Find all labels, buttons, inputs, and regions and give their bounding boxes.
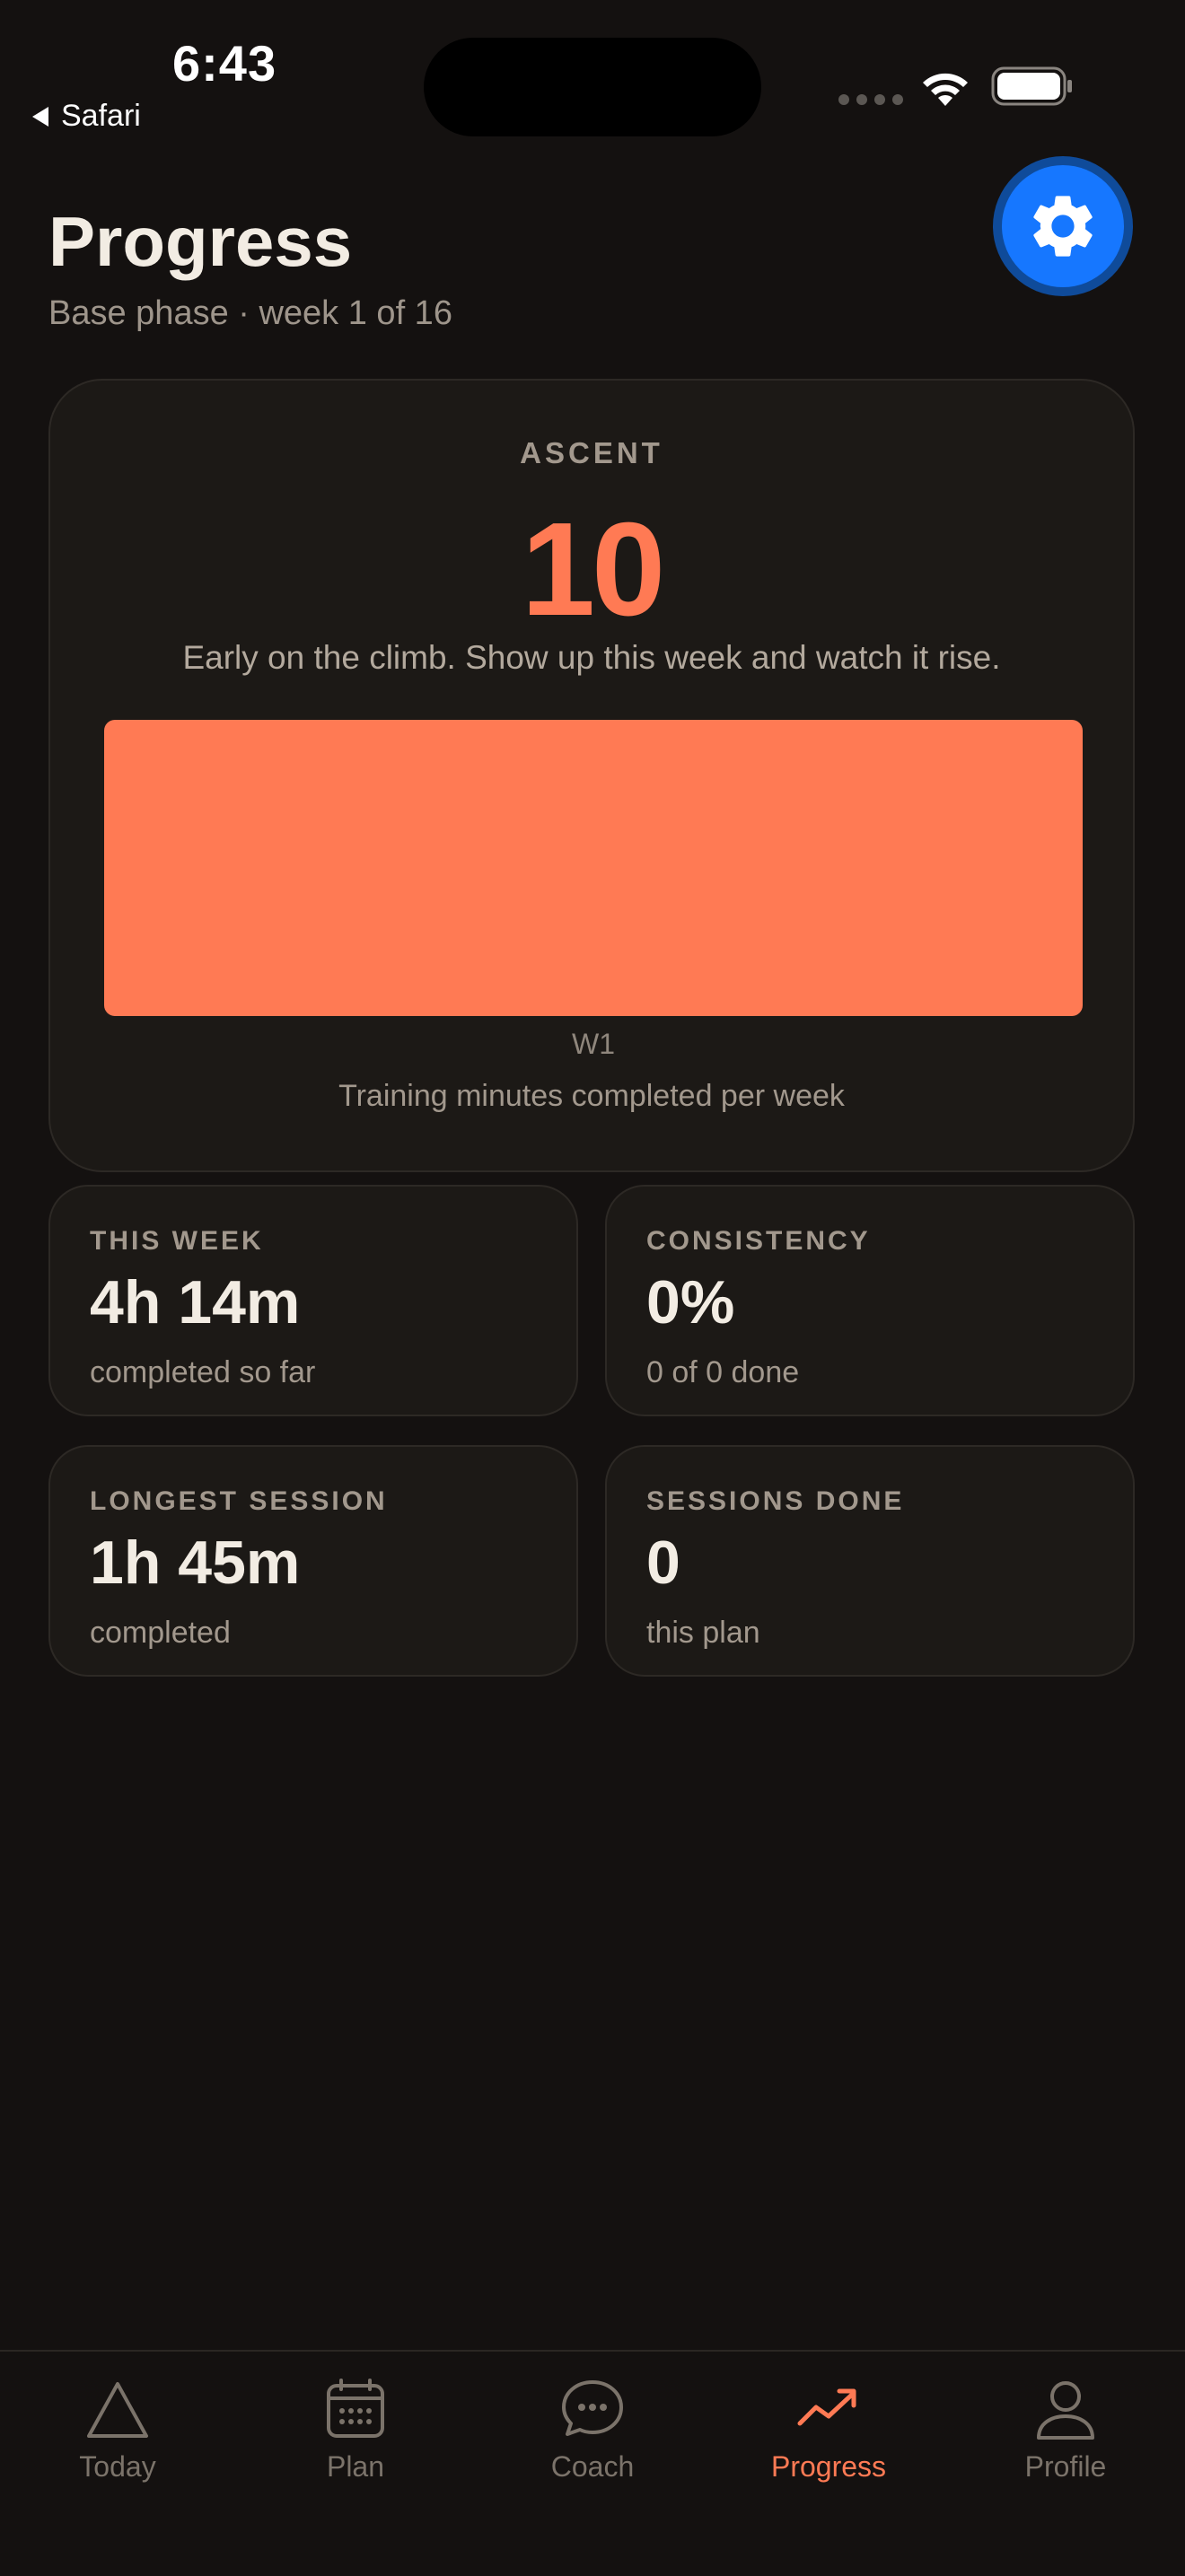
ascent-card: ASCENT 10 Early on the climb. Show up th… (48, 379, 1135, 1172)
stat-label: CONSISTENCY (646, 1226, 871, 1256)
battery-icon (991, 66, 1072, 106)
dynamic-island (424, 38, 761, 136)
stat-card-this-week: THIS WEEK 4h 14m completed so far (48, 1185, 578, 1416)
back-label: Safari (61, 99, 141, 133)
stat-value: 0 (646, 1529, 680, 1597)
tab-coach[interactable]: Coach (494, 2377, 691, 2484)
tab-profile[interactable]: Profile (967, 2377, 1164, 2484)
bottom-tab-bar: Today Plan Coach Progress Profile (0, 2350, 1185, 2576)
bar-w1 (104, 720, 1083, 1016)
stat-card-sessions-done: SESSIONS DONE 0 this plan (605, 1445, 1135, 1677)
stat-value: 1h 45m (90, 1529, 301, 1597)
triangle-icon (87, 2382, 148, 2438)
stat-label: THIS WEEK (90, 1226, 264, 1256)
back-arrow-icon (32, 106, 48, 127)
settings-button[interactable] (993, 156, 1133, 296)
x-tick-label: W1 (572, 1028, 615, 1060)
stat-value: 4h 14m (90, 1268, 301, 1336)
tab-plan[interactable]: Plan (257, 2377, 454, 2484)
cellular-icon (838, 94, 903, 105)
gear-icon (1033, 196, 1093, 257)
stat-value: 0% (646, 1268, 735, 1336)
chat-bubble-icon (562, 2380, 623, 2436)
page-title: Progress (48, 202, 353, 281)
calendar-icon (327, 2379, 384, 2438)
stat-card-longest-session: LONGEST SESSION 1h 45m completed (48, 1445, 578, 1677)
weekly-minutes-chart: W1 (104, 720, 1083, 1060)
person-icon (1037, 2381, 1094, 2440)
stat-subtext: completed so far (90, 1355, 316, 1389)
stat-label: SESSIONS DONE (646, 1486, 905, 1516)
wifi-icon (923, 73, 968, 106)
status-time: 6:43 (172, 35, 277, 92)
tab-label: Plan (326, 2450, 385, 2483)
stat-subtext: 0 of 0 done (646, 1355, 800, 1389)
stat-label: LONGEST SESSION (90, 1486, 388, 1516)
ascent-label: ASCENT (520, 436, 663, 469)
tab-today[interactable]: Today (19, 2377, 216, 2484)
ascent-score: 10 (521, 495, 666, 644)
stat-subtext: this plan (646, 1616, 760, 1650)
plan-phase-subtitle: Base phase · week 1 of 16 (48, 294, 452, 332)
back-to-safari-link[interactable]: Safari (32, 99, 141, 134)
tab-label: Today (79, 2450, 156, 2483)
tab-label: Profile (1024, 2450, 1107, 2483)
tab-label: Progress (770, 2450, 887, 2483)
stat-subtext: completed (90, 1616, 231, 1650)
tab-progress[interactable]: Progress (730, 2377, 927, 2484)
stat-card-consistency: CONSISTENCY 0% 0 of 0 done (605, 1185, 1135, 1416)
ascent-message: Early on the climb. Show up this week an… (182, 639, 1001, 676)
trend-up-icon (797, 2388, 856, 2426)
chart-caption: Training minutes completed per week (338, 1079, 845, 1113)
tab-label: Coach (550, 2450, 635, 2483)
